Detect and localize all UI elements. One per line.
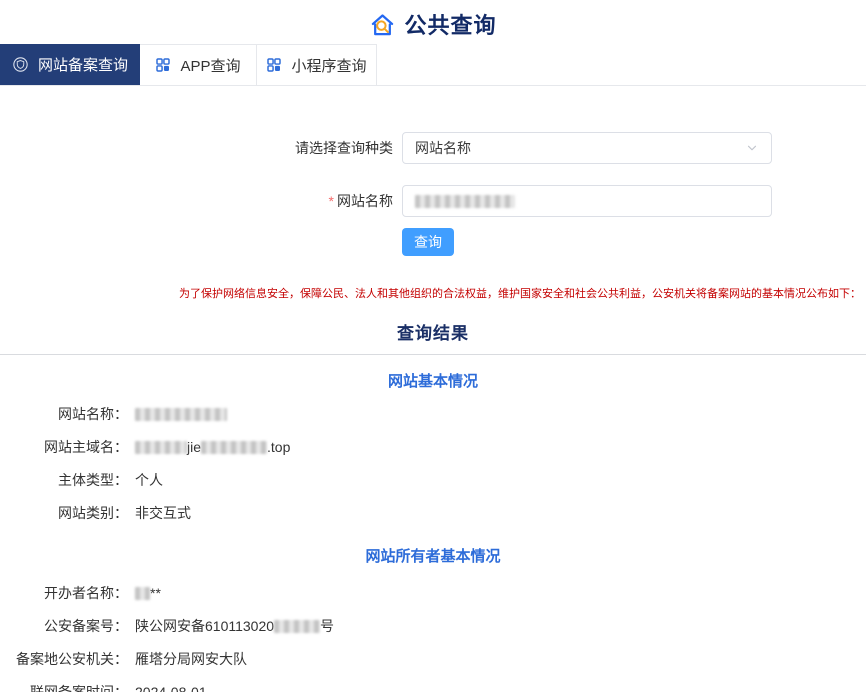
redacted-value: [135, 441, 187, 454]
field-value: [128, 404, 227, 424]
divider: [0, 354, 866, 355]
row-site-domain: 网站主域名： jie.top: [0, 437, 866, 457]
redacted-value: [135, 587, 150, 600]
app-grid-icon: [155, 57, 171, 73]
result-title: 查询结果: [0, 319, 866, 344]
site-name-row: *网站名称: [0, 185, 866, 217]
field-label: 开办者名称：: [0, 583, 128, 603]
tab-label-website: 网站备案查询: [38, 54, 128, 75]
redacted-input-value: [415, 195, 515, 208]
field-value: 雁塔分局网安大队: [128, 649, 247, 669]
redacted-value: [274, 620, 320, 633]
site-name-input[interactable]: [402, 185, 772, 217]
tab-miniprogram-query[interactable]: 小程序查询: [257, 44, 377, 85]
query-category-row: 请选择查询种类 网站名称: [0, 132, 866, 164]
site-name-label: *网站名称: [0, 191, 402, 211]
owner-info-rows: 开办者名称： ** 公安备案号： 陕公网安备610113020号 备案地公安机关…: [0, 583, 866, 692]
row-site-category: 网站类别： 非交互式: [0, 503, 866, 523]
row-founder-name: 开办者名称： **: [0, 583, 866, 603]
query-category-selected-value: 网站名称: [415, 138, 471, 158]
chevron-down-icon: [745, 141, 759, 155]
query-category-label: 请选择查询种类: [0, 138, 402, 158]
required-asterisk: *: [329, 193, 334, 209]
field-label: 网站类别：: [0, 503, 128, 523]
row-record-police-agency: 备案地公安机关： 雁塔分局网安大队: [0, 649, 866, 669]
field-value: 陕公网安备610113020号: [128, 616, 334, 636]
field-value: 2024-08-01: [128, 682, 207, 692]
search-button[interactable]: 查询: [402, 228, 454, 256]
tab-bar: 网站备案查询 APP查询 小程序: [0, 44, 866, 86]
public-query-page: 公共查询 网站备案查询 APP查询: [0, 0, 866, 692]
field-label: 网站主域名：: [0, 437, 128, 457]
redacted-value: [201, 441, 267, 454]
house-search-logo-icon: [369, 11, 396, 38]
tab-label-app: APP查询: [180, 55, 240, 76]
field-label: 备案地公安机关：: [0, 649, 128, 669]
app-grid-icon: [266, 57, 282, 73]
security-notice-text: 为了保护网络信息安全，保障公民、法人和其他组织的合法权益，维护国家安全和社会公共…: [179, 285, 861, 301]
page-header: 公共查询: [0, 0, 866, 44]
field-value: **: [128, 583, 161, 603]
query-category-select[interactable]: 网站名称: [402, 132, 772, 164]
field-value: 个人: [128, 470, 163, 490]
tab-label-miniprogram: 小程序查询: [291, 55, 366, 76]
field-label: 主体类型：: [0, 470, 128, 490]
row-police-record-number: 公安备案号： 陕公网安备610113020号: [0, 616, 866, 636]
field-label: 公安备案号：: [0, 616, 128, 636]
page-title: 公共查询: [404, 8, 496, 40]
tab-app-query[interactable]: APP查询: [140, 44, 257, 85]
redacted-value: [135, 408, 227, 421]
tab-website-record-query[interactable]: 网站备案查询: [0, 44, 140, 85]
owner-section-title: 网站所有者基本情况: [0, 545, 866, 566]
field-label: 联网备案时间：: [0, 682, 128, 692]
site-info-rows: 网站名称： 网站主域名： jie.top 主体类型： 个人 网站类别： 非交互式: [0, 404, 866, 523]
notice-row: 为了保护网络信息安全，保障公民、法人和其他组织的合法权益，维护国家安全和社会公共…: [0, 285, 866, 300]
row-subject-type: 主体类型： 个人: [0, 470, 866, 490]
row-record-date: 联网备案时间： 2024-08-01: [0, 682, 866, 692]
field-value: 非交互式: [128, 503, 191, 523]
field-label: 网站名称：: [0, 404, 128, 424]
field-value: jie.top: [128, 437, 290, 457]
site-section-title: 网站基本情况: [0, 370, 866, 391]
shield-badge-icon: [12, 56, 29, 73]
query-form: 请选择查询种类 网站名称 *网站名称 查询: [0, 132, 866, 256]
row-site-name: 网站名称：: [0, 404, 866, 424]
